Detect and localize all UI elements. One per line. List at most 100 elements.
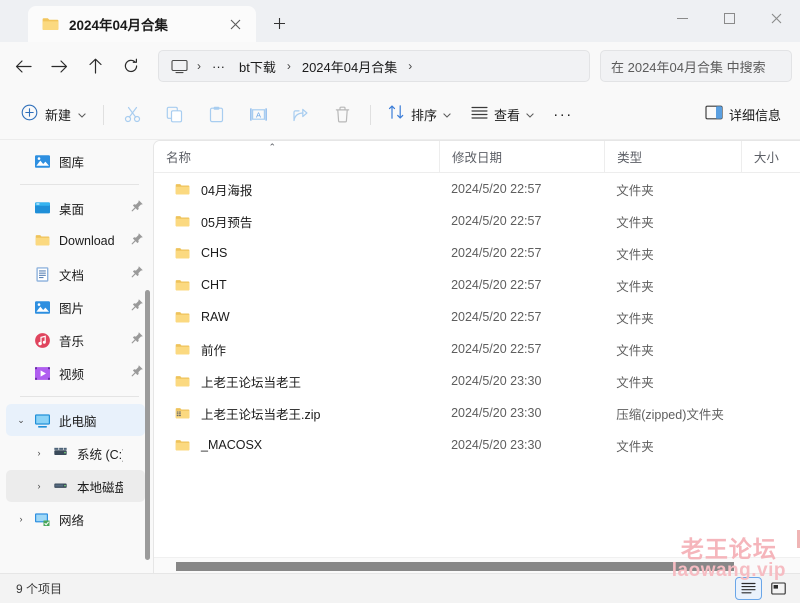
paste-button[interactable] [196, 99, 236, 131]
table-row[interactable]: 前作 2024/5/20 22:57 文件夹 [154, 333, 800, 365]
sidebar-item-文档[interactable]: 文档 [6, 258, 145, 290]
table-row[interactable]: 上老王论坛当老王 2024/5/20 23:30 文件夹 [154, 365, 800, 397]
file-name-cell[interactable]: _MACOSX [154, 438, 439, 453]
sidebar-item-音乐[interactable]: 音乐 [6, 324, 145, 356]
pin-icon[interactable] [131, 331, 145, 349]
forward-button[interactable] [42, 50, 76, 82]
search-input[interactable]: 在 2024年04月合集 中搜索 [600, 50, 792, 82]
tab-active[interactable]: 2024年04月合集 [28, 6, 256, 42]
file-name-cell[interactable]: 05月预告 [154, 212, 439, 231]
table-row[interactable]: CHS 2024/5/20 22:57 文件夹 [154, 237, 800, 269]
file-rows: 04月海报 2024/5/20 22:57 文件夹 05月预告 2024/5/20 2… [154, 173, 800, 573]
horizontal-scrollbar[interactable] [154, 557, 800, 573]
sidebar-item-label: 系统 (C:) [77, 447, 123, 462]
sidebar-item-本地磁盘d:[interactable]: › 本地磁盘 (D:) [6, 470, 145, 502]
chevron-down-icon [526, 110, 534, 120]
minimize-icon[interactable] [659, 0, 706, 36]
file-name-label: 04月海报 [201, 183, 253, 198]
sidebar-item-label: 本地磁盘 (D:) [77, 480, 123, 495]
pin-icon[interactable] [131, 364, 145, 382]
close-icon[interactable] [753, 0, 800, 36]
sidebar-scrollbar-thumb[interactable] [145, 290, 150, 560]
table-row[interactable]: RAW 2024/5/20 22:57 文件夹 [154, 301, 800, 333]
pin-icon[interactable] [131, 232, 145, 250]
maximize-icon[interactable] [706, 0, 753, 36]
rename-button[interactable]: A [238, 99, 278, 131]
pin-icon[interactable] [131, 199, 145, 217]
chevron-down-icon[interactable]: ⌄ [14, 415, 28, 426]
details-pane-button[interactable]: 详细信息 [696, 99, 790, 131]
file-name-cell[interactable]: 04月海报 [154, 180, 439, 199]
file-date-cell: 2024/5/20 23:30 [451, 406, 542, 420]
close-icon[interactable] [222, 11, 248, 37]
pin-icon[interactable] [131, 265, 145, 283]
sidebar-item-图片[interactable]: 图片 [6, 291, 145, 323]
column-header-name[interactable]: ⌃ 名称 [154, 141, 439, 173]
pictures-icon [34, 299, 51, 316]
up-button[interactable] [78, 50, 112, 82]
copy-button[interactable] [154, 99, 194, 131]
cut-button[interactable] [112, 99, 152, 131]
file-type-cell: 文件夹 [616, 279, 654, 294]
details-view-icon[interactable] [735, 577, 762, 600]
pin-icon[interactable] [131, 298, 145, 316]
breadcrumb-item-0[interactable]: bt下载 [233, 54, 282, 79]
table-row[interactable]: 04月海报 2024/5/20 22:57 文件夹 [154, 173, 800, 205]
breadcrumb-overflow[interactable]: ··· [206, 56, 231, 77]
file-name-label: RAW [201, 310, 230, 324]
large-icons-view-icon[interactable] [765, 577, 792, 600]
chevron-right-icon[interactable]: › [32, 481, 46, 491]
chevron-right-icon[interactable]: › [14, 514, 28, 524]
back-button[interactable] [6, 50, 40, 82]
refresh-button[interactable] [114, 50, 148, 82]
item-count-label: 9 个项目 [16, 582, 63, 596]
navigation-pane[interactable]: 图库 桌面 Download 文档 图片 音乐 视频 ⌄ 此电脑 › 系统 (C… [0, 140, 153, 573]
sidebar-item-download[interactable]: Download [6, 225, 145, 257]
sidebar-item-label: 文档 [59, 268, 85, 283]
music-icon [34, 332, 51, 349]
sidebar-item-此电脑[interactable]: ⌄ 此电脑 [6, 404, 145, 436]
horizontal-scrollbar-thumb[interactable] [176, 562, 734, 571]
file-name-label: 上老王论坛当老王 [201, 375, 302, 390]
table-row[interactable]: 05月预告 2024/5/20 22:57 文件夹 [154, 205, 800, 237]
toolbar-divider [103, 104, 105, 125]
file-name-cell[interactable]: 前作 [154, 340, 439, 359]
monitor-icon[interactable] [167, 59, 192, 74]
sort-icon [388, 104, 405, 125]
sidebar-item-网络[interactable]: › 网络 [6, 503, 145, 535]
column-header-date[interactable]: 修改日期 [438, 141, 604, 173]
file-name-cell[interactable]: CHT [154, 278, 439, 293]
file-name-cell[interactable]: RAW [154, 310, 439, 325]
table-row[interactable]: _MACOSX 2024/5/20 23:30 文件夹 [154, 429, 800, 461]
breadcrumb[interactable]: › ··· bt下载 › 2024年04月合集 › [158, 50, 590, 82]
file-name-cell[interactable]: 上老王论坛当老王.zip [154, 404, 439, 423]
folder-icon [174, 214, 192, 229]
new-button-label: 新建 [45, 108, 72, 123]
column-header-type[interactable]: 类型 [604, 141, 741, 173]
table-row[interactable]: 上老王论坛当老王.zip 2024/5/20 23:30 压缩(zipped)文件夹 [154, 397, 800, 429]
sidebar-item-label: 音乐 [59, 334, 85, 349]
share-button[interactable] [280, 99, 320, 131]
view-button[interactable]: 查看 [462, 99, 543, 131]
table-row[interactable]: CHT 2024/5/20 22:57 文件夹 [154, 269, 800, 301]
delete-button[interactable] [322, 99, 362, 131]
file-date-cell: 2024/5/20 22:57 [451, 310, 542, 324]
sidebar-item-视频[interactable]: 视频 [6, 357, 145, 389]
file-name-cell[interactable]: CHS [154, 246, 439, 261]
new-button[interactable]: 新建 [14, 99, 95, 131]
sort-button[interactable]: 排序 [379, 99, 460, 131]
folder-icon [174, 278, 192, 293]
column-headers: ⌃ 名称 修改日期 类型 大小 [154, 141, 800, 173]
file-name-cell[interactable]: 上老王论坛当老王 [154, 372, 439, 391]
more-options-button[interactable]: ··· [545, 99, 581, 131]
column-header-size[interactable]: 大小 [740, 141, 800, 173]
sidebar-item-系统c:[interactable]: › 系统 (C:) [6, 437, 145, 469]
file-name-label: CHT [201, 278, 227, 292]
breadcrumb-separator[interactable]: › [405, 59, 415, 73]
plus-icon[interactable] [262, 6, 296, 40]
chevron-right-icon[interactable]: › [32, 448, 46, 458]
sidebar-divider [20, 184, 139, 185]
breadcrumb-item-1[interactable]: 2024年04月合集 [296, 54, 403, 79]
sidebar-item-图库[interactable]: 图库 [6, 145, 145, 177]
sidebar-item-桌面[interactable]: 桌面 [6, 192, 145, 224]
